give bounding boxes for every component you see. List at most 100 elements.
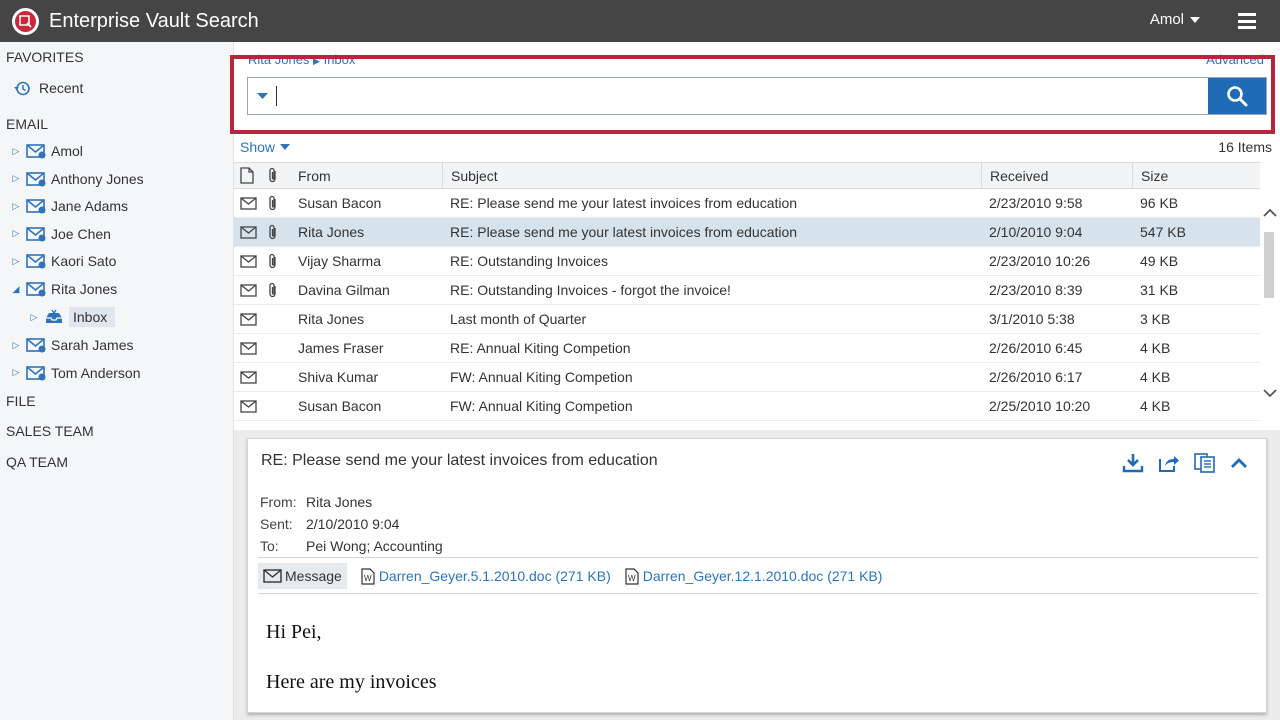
preview-area: RE: Please send me your latest invoices …: [234, 430, 1280, 720]
cell-subject: FW: Annual Kiting Competion: [450, 398, 633, 414]
sidebar-item-mailbox[interactable]: ◢ Rita Jones: [10, 276, 118, 302]
show-dropdown[interactable]: Show: [240, 139, 291, 155]
sidebar-item-label: Inbox: [69, 307, 116, 327]
cell-received: 2/23/2010 9:58: [989, 195, 1083, 211]
cell-subject: RE: Outstanding Invoices - forgot the in…: [450, 282, 731, 298]
tab-message[interactable]: Message: [258, 563, 347, 589]
hamburger-menu-icon[interactable]: [1238, 13, 1256, 29]
mailbox-icon: [26, 338, 46, 353]
mailbox-icon: [26, 282, 46, 297]
message-type-cell: [234, 312, 262, 326]
section-email: EMAIL: [6, 116, 49, 132]
sidebar-item-mailbox[interactable]: ▷ Jane Adams: [10, 193, 129, 219]
sidebar-item-inbox[interactable]: ▷ Inbox: [28, 304, 116, 330]
cell-subject: RE: Please send me your latest invoices …: [450, 195, 798, 211]
expand-icon[interactable]: ▷: [10, 256, 22, 267]
copy-icon[interactable]: [1194, 453, 1216, 473]
inbox-icon: [46, 309, 62, 323]
cell-from: Davina Gilman: [298, 282, 390, 298]
envelope-icon: [240, 254, 257, 268]
expand-icon[interactable]: ▷: [10, 367, 22, 378]
column-attachment[interactable]: [262, 167, 290, 184]
table-row[interactable]: Susan Bacon RE: Please send me your lates…: [234, 189, 1260, 218]
table-row[interactable]: Rita Jones RE: Please send me your latest…: [234, 218, 1260, 247]
table-row[interactable]: Davina Gilman RE: Outstanding Invoices - …: [234, 276, 1260, 305]
scrollbar-thumb[interactable]: [1264, 232, 1274, 298]
collapse-tree-icon[interactable]: ◢: [10, 284, 22, 295]
sidebar-item-mailbox[interactable]: ▷ Kaori Sato: [10, 248, 117, 274]
section-sales-team[interactable]: SALES TEAM: [6, 423, 94, 439]
preview-header-fields: From: Rita Jones Sent: 2/10/2010 9:04 To: P…: [260, 491, 443, 557]
scroll-down-icon[interactable]: [1262, 388, 1278, 398]
table-row[interactable]: Shiva Kumar FW: Annual Kiting Competion 2/…: [234, 363, 1260, 392]
mailbox-icon: [26, 254, 46, 269]
table-row[interactable]: Vijay Sharma RE: Outstanding Invoices 2/23…: [234, 247, 1260, 276]
paperclip-icon: [269, 282, 276, 297]
sidebar-item-mailbox[interactable]: ▷ Amol: [10, 138, 83, 164]
sidebar-item-label: Joe Chen: [51, 225, 111, 242]
envelope-icon: [240, 283, 257, 297]
sidebar-item-mailbox[interactable]: ▷ Anthony Jones: [10, 166, 144, 192]
sidebar-item-recent[interactable]: Recent: [14, 75, 83, 101]
sidebar-item-label: Sarah James: [51, 337, 134, 353]
envelope-icon: [240, 196, 257, 210]
table-scrollbar[interactable]: [1260, 190, 1280, 430]
collapse-icon[interactable]: [1230, 457, 1248, 469]
expand-icon[interactable]: ▷: [10, 201, 22, 212]
expand-icon[interactable]: ▷: [10, 146, 22, 157]
cell-size: 547 KB: [1140, 224, 1186, 240]
column-from[interactable]: From: [290, 162, 442, 189]
cell-size: 3 KB: [1140, 311, 1171, 327]
table-header: From Subject Received Size: [234, 162, 1260, 189]
expand-icon[interactable]: ▷: [10, 173, 22, 184]
sent-label: Sent:: [260, 516, 293, 532]
sent-value: 2/10/2010 9:04: [306, 516, 400, 532]
attachment-link[interactable]: W Darren_Geyer.12.1.2010.doc (271 KB): [625, 567, 883, 585]
message-type-cell: [234, 341, 262, 355]
section-qa-team[interactable]: QA TEAM: [6, 454, 68, 470]
sidebar-item-mailbox[interactable]: ▷ Tom Anderson: [10, 360, 141, 386]
cell-size: 96 KB: [1140, 195, 1179, 211]
app-logo-icon: [12, 7, 39, 35]
expand-icon[interactable]: ▷: [10, 340, 22, 351]
sidebar-item-mailbox[interactable]: ▷ Sarah James: [10, 332, 134, 358]
sidebar-item-label: Recent: [39, 80, 84, 96]
expand-icon[interactable]: ▷: [28, 312, 40, 323]
mailbox-icon: [26, 171, 46, 187]
cell-received: 2/23/2010 8:39: [989, 282, 1083, 298]
table-row[interactable]: Rita Jones Last month of Quarter 3/1/2010 …: [234, 305, 1260, 334]
column-subject[interactable]: Subject: [442, 162, 981, 189]
cell-subject: RE: Outstanding Invoices: [450, 253, 608, 269]
sidebar-item-mailbox[interactable]: ▷ Joe Chen: [10, 221, 111, 247]
show-label: Show: [240, 139, 276, 155]
scroll-up-icon[interactable]: [1262, 208, 1278, 218]
attachment-cell: [262, 253, 290, 270]
tab-message-label: Message: [285, 568, 342, 584]
table-row[interactable]: Susan Bacon FW: Annual Kiting Competion 2/…: [234, 392, 1260, 421]
attachment-name: Darren_Geyer.12.1.2010.doc (271 KB): [642, 568, 883, 584]
expand-icon[interactable]: ▷: [10, 228, 22, 239]
message-preview: RE: Please send me your latest invoices …: [247, 438, 1267, 713]
section-file[interactable]: FILE: [6, 393, 36, 409]
column-type[interactable]: [234, 167, 262, 184]
table-row[interactable]: James Fraser RE: Annual Kiting Competion 2…: [234, 334, 1260, 363]
column-size[interactable]: Size: [1132, 162, 1260, 189]
paperclip-icon: [269, 224, 276, 239]
document-icon: [240, 167, 254, 184]
attachment-cell: [262, 195, 290, 212]
mailbox-icon: [26, 365, 46, 381]
message-type-cell: [234, 225, 262, 239]
cell-received: 2/26/2010 6:17: [989, 369, 1083, 385]
message-type-cell: [234, 254, 262, 268]
cell-received: 2/23/2010 10:26: [989, 253, 1091, 269]
share-icon[interactable]: [1158, 453, 1180, 473]
download-icon[interactable]: [1122, 453, 1144, 473]
message-type-cell: [234, 283, 262, 297]
attachment-link[interactable]: W Darren_Geyer.5.1.2010.doc (271 KB): [361, 567, 611, 585]
column-received[interactable]: Received: [981, 162, 1132, 189]
user-menu[interactable]: Amol: [1150, 11, 1200, 28]
mailbox-icon: [26, 226, 46, 242]
sidebar: FAVORITES Recent EMAIL ▷ Amol ▷ Anthony Jon…: [0, 42, 234, 720]
cell-received: 3/1/2010 5:38: [989, 311, 1075, 327]
highlight-box: [230, 55, 1275, 134]
